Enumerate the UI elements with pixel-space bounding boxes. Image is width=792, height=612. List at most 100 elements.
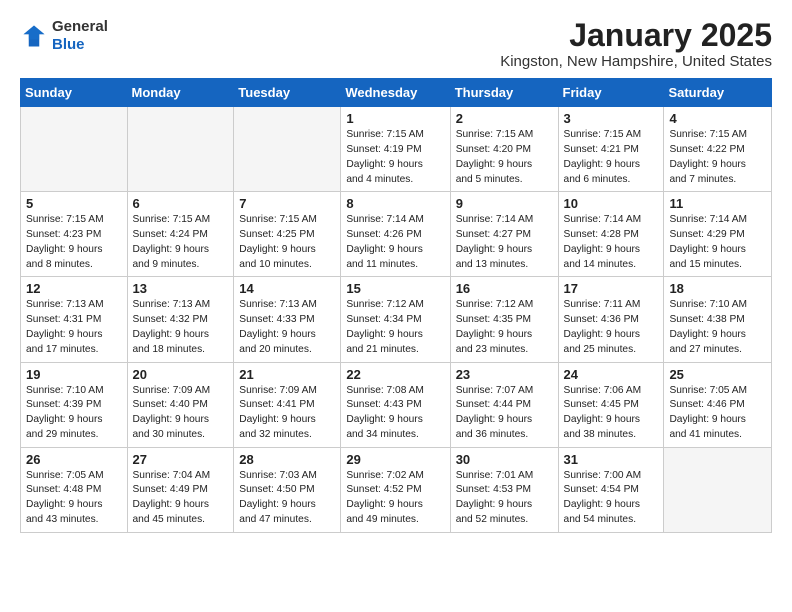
- day-info: Sunrise: 7:09 AMSunset: 4:40 PMDaylight:…: [133, 384, 229, 443]
- day-number: 5: [26, 196, 122, 211]
- calendar-cell: 5 Sunrise: 7:15 AMSunset: 4:23 PMDaylight…: [21, 192, 128, 277]
- day-info: Sunrise: 7:13 AMSunset: 4:33 PMDaylight:…: [239, 298, 335, 357]
- calendar-cell: 13 Sunrise: 7:13 AMSunset: 4:32 PMDayligh…: [127, 277, 234, 362]
- day-info: Sunrise: 7:11 AMSunset: 4:36 PMDaylight:…: [564, 298, 659, 357]
- title-block: January 2025 Kingston, New Hampshire, Un…: [500, 18, 772, 70]
- calendar-cell: 28 Sunrise: 7:03 AMSunset: 4:50 PMDayligh…: [234, 447, 341, 532]
- day-info: Sunrise: 7:15 AMSunset: 4:22 PMDaylight:…: [669, 128, 766, 187]
- calendar-cell: 18Sunrise: 7:10 AMSunset: 4:38 PMDayligh…: [664, 277, 772, 362]
- calendar-week-row: 19 Sunrise: 7:10 AMSunset: 4:39 PMDayligh…: [21, 362, 772, 447]
- day-number: 19: [26, 367, 122, 382]
- day-info: Sunrise: 7:15 AMSunset: 4:20 PMDaylight:…: [456, 128, 553, 187]
- calendar-table: SundayMondayTuesdayWednesdayThursdayFrid…: [20, 78, 772, 533]
- day-number: 17: [564, 281, 659, 296]
- day-number: 25: [669, 367, 766, 382]
- day-info: Sunrise: 7:15 AMSunset: 4:24 PMDaylight:…: [133, 213, 229, 272]
- day-number: 12: [26, 281, 122, 296]
- calendar-cell: 25Sunrise: 7:05 AMSunset: 4:46 PMDayligh…: [664, 362, 772, 447]
- logo-icon: [20, 22, 48, 50]
- calendar-cell: 3 Sunrise: 7:15 AMSunset: 4:21 PMDaylight…: [558, 107, 664, 192]
- weekday-header-row: SundayMondayTuesdayWednesdayThursdayFrid…: [21, 79, 772, 107]
- day-number: 23: [456, 367, 553, 382]
- day-info: Sunrise: 7:10 AMSunset: 4:39 PMDaylight:…: [26, 384, 122, 443]
- calendar-cell: 19 Sunrise: 7:10 AMSunset: 4:39 PMDayligh…: [21, 362, 128, 447]
- calendar-cell: 12 Sunrise: 7:13 AMSunset: 4:31 PMDayligh…: [21, 277, 128, 362]
- header: General Blue January 2025 Kingston, New …: [20, 18, 772, 70]
- calendar-week-row: 12 Sunrise: 7:13 AMSunset: 4:31 PMDayligh…: [21, 277, 772, 362]
- weekday-header: Tuesday: [234, 79, 341, 107]
- month-title: January 2025: [500, 18, 772, 53]
- day-number: 31: [564, 452, 659, 467]
- day-info: Sunrise: 7:13 AMSunset: 4:31 PMDaylight:…: [26, 298, 122, 357]
- calendar-cell: 17 Sunrise: 7:11 AMSunset: 4:36 PMDayligh…: [558, 277, 664, 362]
- calendar-cell: 9 Sunrise: 7:14 AMSunset: 4:27 PMDaylight…: [450, 192, 558, 277]
- day-info: Sunrise: 7:07 AMSunset: 4:44 PMDaylight:…: [456, 384, 553, 443]
- day-info: Sunrise: 7:15 AMSunset: 4:25 PMDaylight:…: [239, 213, 335, 272]
- calendar-cell: 1Sunrise: 7:15 AMSunset: 4:19 PMDaylight…: [341, 107, 450, 192]
- calendar-week-row: 1Sunrise: 7:15 AMSunset: 4:19 PMDaylight…: [21, 107, 772, 192]
- day-info: Sunrise: 7:06 AMSunset: 4:45 PMDaylight:…: [564, 384, 659, 443]
- day-number: 11: [669, 196, 766, 211]
- day-number: 6: [133, 196, 229, 211]
- calendar-page: General Blue January 2025 Kingston, New …: [0, 0, 792, 543]
- calendar-cell: 30Sunrise: 7:01 AMSunset: 4:53 PMDayligh…: [450, 447, 558, 532]
- day-number: 28: [239, 452, 335, 467]
- day-info: Sunrise: 7:15 AMSunset: 4:21 PMDaylight:…: [564, 128, 659, 187]
- day-number: 15: [346, 281, 444, 296]
- calendar-cell: 11 Sunrise: 7:14 AMSunset: 4:29 PMDayligh…: [664, 192, 772, 277]
- weekday-header: Wednesday: [341, 79, 450, 107]
- day-number: 21: [239, 367, 335, 382]
- day-number: 26: [26, 452, 122, 467]
- day-info: Sunrise: 7:08 AMSunset: 4:43 PMDaylight:…: [346, 384, 444, 443]
- calendar-cell: [127, 107, 234, 192]
- day-number: 18: [669, 281, 766, 296]
- day-info: Sunrise: 7:13 AMSunset: 4:32 PMDaylight:…: [133, 298, 229, 357]
- logo-text: General Blue: [52, 18, 108, 54]
- day-number: 13: [133, 281, 229, 296]
- calendar-cell: [234, 107, 341, 192]
- calendar-cell: [664, 447, 772, 532]
- day-number: 9: [456, 196, 553, 211]
- calendar-cell: 6 Sunrise: 7:15 AMSunset: 4:24 PMDaylight…: [127, 192, 234, 277]
- day-info: Sunrise: 7:14 AMSunset: 4:27 PMDaylight:…: [456, 213, 553, 272]
- weekday-header: Saturday: [664, 79, 772, 107]
- calendar-cell: 2 Sunrise: 7:15 AMSunset: 4:20 PMDaylight…: [450, 107, 558, 192]
- calendar-cell: 21 Sunrise: 7:09 AMSunset: 4:41 PMDayligh…: [234, 362, 341, 447]
- weekday-header: Sunday: [21, 79, 128, 107]
- day-number: 27: [133, 452, 229, 467]
- weekday-header: Friday: [558, 79, 664, 107]
- day-number: 29: [346, 452, 444, 467]
- day-info: Sunrise: 7:15 AMSunset: 4:23 PMDaylight:…: [26, 213, 122, 272]
- calendar-cell: 8Sunrise: 7:14 AMSunset: 4:26 PMDaylight…: [341, 192, 450, 277]
- day-number: 22: [346, 367, 444, 382]
- day-number: 14: [239, 281, 335, 296]
- logo: General Blue: [20, 18, 108, 54]
- calendar-cell: 22 Sunrise: 7:08 AMSunset: 4:43 PMDayligh…: [341, 362, 450, 447]
- day-info: Sunrise: 7:09 AMSunset: 4:41 PMDaylight:…: [239, 384, 335, 443]
- calendar-cell: 29Sunrise: 7:02 AMSunset: 4:52 PMDayligh…: [341, 447, 450, 532]
- calendar-cell: 4Sunrise: 7:15 AMSunset: 4:22 PMDaylight…: [664, 107, 772, 192]
- day-info: Sunrise: 7:12 AMSunset: 4:34 PMDaylight:…: [346, 298, 444, 357]
- calendar-cell: 31Sunrise: 7:00 AMSunset: 4:54 PMDayligh…: [558, 447, 664, 532]
- day-number: 24: [564, 367, 659, 382]
- calendar-cell: 20 Sunrise: 7:09 AMSunset: 4:40 PMDayligh…: [127, 362, 234, 447]
- day-info: Sunrise: 7:05 AMSunset: 4:48 PMDaylight:…: [26, 469, 122, 528]
- calendar-week-row: 5 Sunrise: 7:15 AMSunset: 4:23 PMDaylight…: [21, 192, 772, 277]
- day-number: 16: [456, 281, 553, 296]
- calendar-cell: 26 Sunrise: 7:05 AMSunset: 4:48 PMDayligh…: [21, 447, 128, 532]
- day-number: 20: [133, 367, 229, 382]
- day-info: Sunrise: 7:03 AMSunset: 4:50 PMDaylight:…: [239, 469, 335, 528]
- day-info: Sunrise: 7:14 AMSunset: 4:29 PMDaylight:…: [669, 213, 766, 272]
- location: Kingston, New Hampshire, United States: [500, 53, 772, 70]
- logo-blue-text: Blue: [52, 36, 85, 53]
- day-number: 3: [564, 111, 659, 126]
- calendar-cell: 24 Sunrise: 7:06 AMSunset: 4:45 PMDayligh…: [558, 362, 664, 447]
- day-number: 1: [346, 111, 444, 126]
- weekday-header: Thursday: [450, 79, 558, 107]
- day-number: 7: [239, 196, 335, 211]
- day-info: Sunrise: 7:12 AMSunset: 4:35 PMDaylight:…: [456, 298, 553, 357]
- logo-general-text: General: [52, 18, 108, 35]
- day-number: 10: [564, 196, 659, 211]
- day-number: 2: [456, 111, 553, 126]
- calendar-cell: 7 Sunrise: 7:15 AMSunset: 4:25 PMDaylight…: [234, 192, 341, 277]
